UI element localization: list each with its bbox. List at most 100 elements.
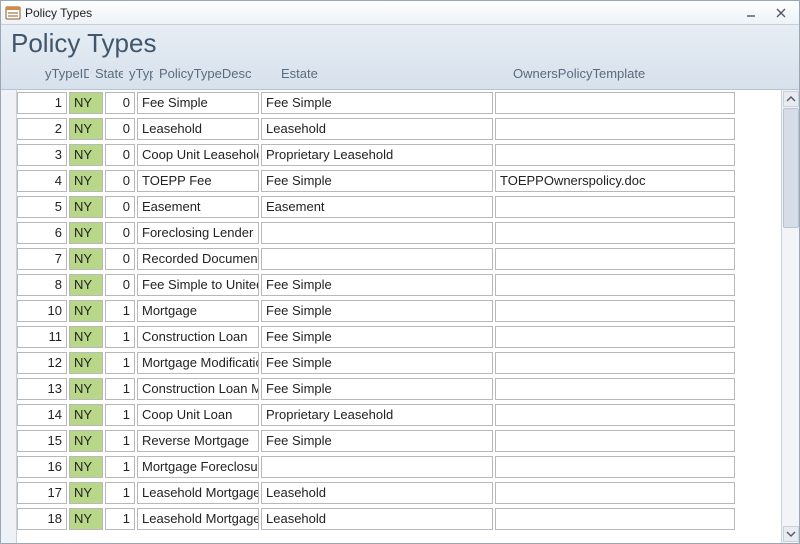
col-header-state[interactable]: State bbox=[89, 64, 123, 83]
cell-desc[interactable]: Recorded Document bbox=[137, 248, 259, 270]
cell-estate[interactable]: Fee Simple bbox=[261, 326, 493, 348]
cell-tmpl[interactable] bbox=[495, 92, 735, 114]
titlebar[interactable]: Policy Types bbox=[1, 1, 799, 25]
cell-tmpl[interactable] bbox=[495, 274, 735, 296]
table-row[interactable]: 12NY1Mortgage ModificationFee Simple bbox=[1, 350, 781, 376]
cell-tmpl[interactable] bbox=[495, 300, 735, 322]
cell-desc[interactable]: Leasehold bbox=[137, 118, 259, 140]
cell-type[interactable]: 1 bbox=[105, 300, 135, 322]
col-header-template[interactable]: OwnersPolicyTemplate bbox=[507, 64, 747, 83]
cell-id[interactable]: 4 bbox=[17, 170, 67, 192]
cell-state[interactable]: NY bbox=[69, 378, 103, 400]
cell-state[interactable]: NY bbox=[69, 222, 103, 244]
table-row[interactable]: 15NY1Reverse MortgageFee Simple bbox=[1, 428, 781, 454]
cell-state[interactable]: NY bbox=[69, 196, 103, 218]
cell-estate[interactable] bbox=[261, 222, 493, 244]
table-row[interactable]: 7NY0Recorded Document bbox=[1, 246, 781, 272]
cell-estate[interactable]: Fee Simple bbox=[261, 430, 493, 452]
cell-desc[interactable]: Construction Loan M bbox=[137, 378, 259, 400]
cell-tmpl[interactable]: TOEPPOwnerspolicy.doc bbox=[495, 170, 735, 192]
cell-state[interactable]: NY bbox=[69, 404, 103, 426]
cell-state[interactable]: NY bbox=[69, 170, 103, 192]
cell-tmpl[interactable] bbox=[495, 118, 735, 140]
cell-type[interactable]: 0 bbox=[105, 170, 135, 192]
cell-tmpl[interactable] bbox=[495, 404, 735, 426]
cell-desc[interactable]: Coop Unit Leasehold bbox=[137, 144, 259, 166]
cell-desc[interactable]: Reverse Mortgage bbox=[137, 430, 259, 452]
cell-estate[interactable]: Fee Simple bbox=[261, 378, 493, 400]
cell-id[interactable]: 14 bbox=[17, 404, 67, 426]
table-row[interactable]: 2NY0LeaseholdLeasehold bbox=[1, 116, 781, 142]
cell-tmpl[interactable] bbox=[495, 248, 735, 270]
col-header-id[interactable]: yTypeID bbox=[39, 64, 89, 83]
cell-state[interactable]: NY bbox=[69, 508, 103, 530]
cell-tmpl[interactable] bbox=[495, 352, 735, 374]
cell-state[interactable]: NY bbox=[69, 456, 103, 478]
scroll-up-button[interactable] bbox=[783, 91, 799, 107]
cell-state[interactable]: NY bbox=[69, 144, 103, 166]
cell-tmpl[interactable] bbox=[495, 482, 735, 504]
cell-estate[interactable]: Fee Simple bbox=[261, 300, 493, 322]
cell-id[interactable]: 5 bbox=[17, 196, 67, 218]
cell-type[interactable]: 1 bbox=[105, 456, 135, 478]
table-row[interactable]: 16NY1Mortgage Foreclosure bbox=[1, 454, 781, 480]
table-row[interactable]: 5NY0EasementEasement bbox=[1, 194, 781, 220]
cell-state[interactable]: NY bbox=[69, 326, 103, 348]
cell-estate[interactable]: Fee Simple bbox=[261, 92, 493, 114]
cell-estate[interactable]: Easement bbox=[261, 196, 493, 218]
cell-desc[interactable]: TOEPP Fee bbox=[137, 170, 259, 192]
scroll-thumb[interactable] bbox=[783, 108, 799, 228]
cell-id[interactable]: 16 bbox=[17, 456, 67, 478]
vertical-scrollbar[interactable] bbox=[781, 90, 799, 543]
scroll-down-button[interactable] bbox=[783, 526, 799, 542]
cell-state[interactable]: NY bbox=[69, 482, 103, 504]
cell-id[interactable]: 10 bbox=[17, 300, 67, 322]
cell-desc[interactable]: Mortgage Foreclosure bbox=[137, 456, 259, 478]
cell-type[interactable]: 0 bbox=[105, 144, 135, 166]
table-row[interactable]: 3NY0Coop Unit LeaseholdProprietary Lease… bbox=[1, 142, 781, 168]
cell-id[interactable]: 3 bbox=[17, 144, 67, 166]
table-row[interactable]: 11NY1Construction LoanFee Simple bbox=[1, 324, 781, 350]
cell-tmpl[interactable] bbox=[495, 326, 735, 348]
cell-desc[interactable]: Coop Unit Loan bbox=[137, 404, 259, 426]
cell-type[interactable]: 1 bbox=[105, 352, 135, 374]
cell-state[interactable]: NY bbox=[69, 352, 103, 374]
cell-type[interactable]: 1 bbox=[105, 326, 135, 348]
cell-id[interactable]: 8 bbox=[17, 274, 67, 296]
cell-id[interactable]: 17 bbox=[17, 482, 67, 504]
table-row[interactable]: 10NY1MortgageFee Simple bbox=[1, 298, 781, 324]
cell-tmpl[interactable] bbox=[495, 196, 735, 218]
table-row[interactable]: 8NY0Fee Simple to UnitedFee Simple bbox=[1, 272, 781, 298]
cell-desc[interactable]: Leasehold Mortgage bbox=[137, 482, 259, 504]
scroll-track[interactable] bbox=[783, 108, 799, 525]
cell-id[interactable]: 6 bbox=[17, 222, 67, 244]
cell-tmpl[interactable] bbox=[495, 456, 735, 478]
cell-estate[interactable]: Proprietary Leasehold bbox=[261, 404, 493, 426]
cell-estate[interactable]: Leasehold bbox=[261, 482, 493, 504]
cell-state[interactable]: NY bbox=[69, 92, 103, 114]
cell-desc[interactable]: Fee Simple bbox=[137, 92, 259, 114]
cell-estate[interactable] bbox=[261, 248, 493, 270]
table-row[interactable]: 1NY0Fee SimpleFee Simple bbox=[1, 90, 781, 116]
cell-desc[interactable]: Fee Simple to United bbox=[137, 274, 259, 296]
table-row[interactable]: 13NY1Construction Loan MFee Simple bbox=[1, 376, 781, 402]
col-header-type[interactable]: yType bbox=[123, 64, 153, 83]
table-row[interactable]: 17NY1Leasehold MortgageLeasehold bbox=[1, 480, 781, 506]
cell-desc[interactable]: Easement bbox=[137, 196, 259, 218]
cell-tmpl[interactable] bbox=[495, 144, 735, 166]
cell-type[interactable]: 1 bbox=[105, 378, 135, 400]
cell-type[interactable]: 0 bbox=[105, 118, 135, 140]
cell-estate[interactable]: Proprietary Leasehold bbox=[261, 144, 493, 166]
cell-tmpl[interactable] bbox=[495, 508, 735, 530]
cell-state[interactable]: NY bbox=[69, 430, 103, 452]
cell-id[interactable]: 13 bbox=[17, 378, 67, 400]
cell-id[interactable]: 1 bbox=[17, 92, 67, 114]
cell-type[interactable]: 1 bbox=[105, 430, 135, 452]
cell-id[interactable]: 11 bbox=[17, 326, 67, 348]
table-row[interactable]: 18NY1Leasehold MortgageLeasehold bbox=[1, 506, 781, 532]
cell-state[interactable]: NY bbox=[69, 274, 103, 296]
cell-estate[interactable] bbox=[261, 456, 493, 478]
cell-id[interactable]: 12 bbox=[17, 352, 67, 374]
cell-type[interactable]: 0 bbox=[105, 92, 135, 114]
cell-type[interactable]: 1 bbox=[105, 508, 135, 530]
